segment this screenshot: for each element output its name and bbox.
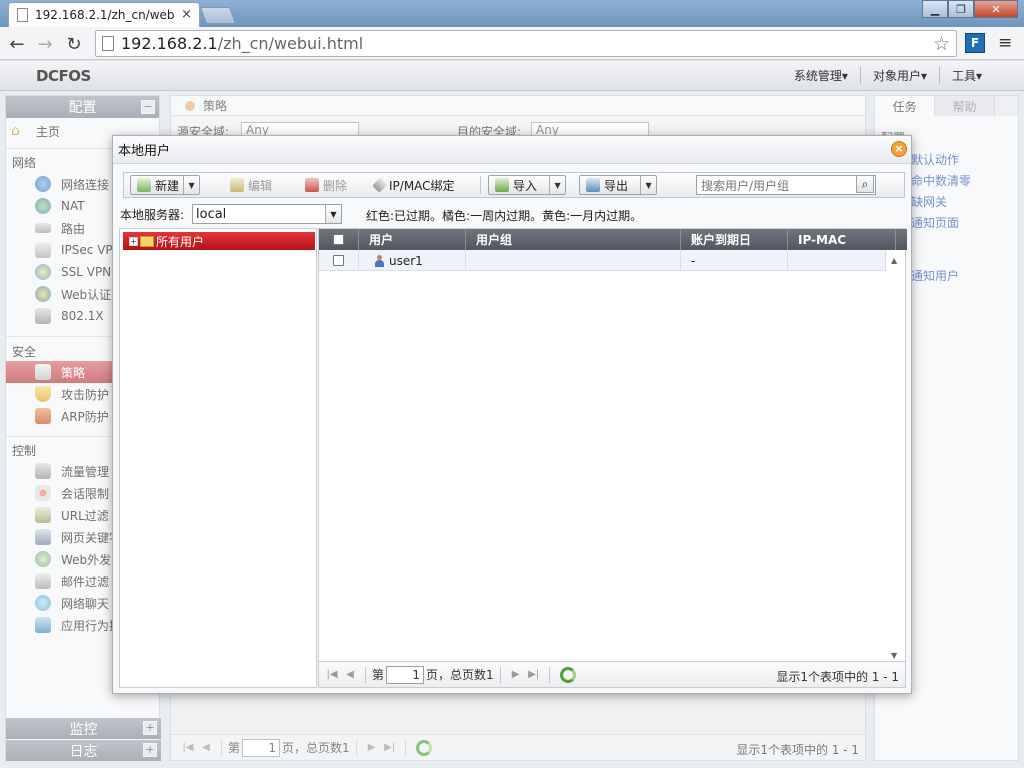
export-button[interactable]: 导出 ▼ (579, 175, 658, 195)
import-button[interactable]: 导入 ▼ (488, 175, 567, 195)
cell-group (466, 250, 681, 271)
table-header: 用户 用户组 账户到期日 IP-MAC (319, 229, 907, 250)
url-host: 192.168.2.1 (121, 34, 218, 53)
dialog-toolbar: 新建 ▼ 编辑 删除 IP/MAC绑定 导入 ▼ 导出 ▼ 搜索用户/用户组 ⌕ (123, 172, 905, 198)
menu-tools[interactable]: 工具▾ (938, 67, 994, 84)
delete-button[interactable]: 删除 (299, 175, 347, 195)
divider (548, 666, 550, 683)
search-input[interactable]: 搜索用户/用户组 (696, 175, 876, 195)
address-toolbar: ← → ↻ 192.168.2.1/zh_cn/webui.html ☆ F ≡ (0, 27, 1024, 60)
tree-node-label: 所有用户 (156, 234, 205, 249)
menu-object-user[interactable]: 对象用户▾ (859, 67, 939, 84)
close-icon[interactable]: × (891, 141, 907, 157)
row-select-cell (319, 250, 359, 271)
user-icon (375, 254, 384, 267)
select-all-cell (319, 229, 359, 250)
delete-button-label: 删除 (323, 178, 348, 193)
logo: DCFOS (36, 67, 91, 85)
page-icon (17, 8, 28, 22)
bookmark-star-icon[interactable]: ☆ (933, 33, 950, 55)
divider (499, 666, 501, 683)
server-select-value: local (196, 206, 227, 222)
tree-node-all-users[interactable]: + 所有用户 (123, 232, 315, 250)
trash-icon (305, 178, 319, 192)
row-checkbox[interactable] (333, 255, 344, 266)
search-icon[interactable]: ⌕ (856, 175, 874, 193)
table-row[interactable]: user1 - (319, 250, 886, 271)
select-all-checkbox[interactable] (333, 234, 344, 245)
dialog-title: 本地用户 (113, 136, 911, 164)
tab-close-icon[interactable]: × (181, 7, 192, 22)
next-page-icon[interactable]: ▶ (507, 669, 525, 680)
folder-icon (140, 235, 154, 247)
vertical-scrollbar[interactable]: ▲ ▼ (885, 250, 905, 664)
column-header-user[interactable]: 用户 (359, 229, 466, 250)
import-button-label: 导入 (513, 178, 538, 193)
scroll-down-icon[interactable]: ▼ (891, 651, 897, 660)
page-input[interactable]: 1 (386, 665, 425, 684)
tab-title: 192.168.2.1/zh_cn/webui (35, 8, 175, 22)
maximize-icon[interactable]: ❐ (948, 0, 974, 18)
window-controls: ▁ ❐ ✕ (922, 0, 1018, 18)
new-tab-button[interactable] (199, 7, 237, 24)
expand-icon[interactable]: + (129, 236, 138, 246)
new-button-label: 新建 (155, 178, 180, 193)
user-group-tree: + 所有用户 (119, 228, 317, 688)
page-icon (102, 36, 114, 51)
divider (480, 176, 481, 194)
page-suffix: 页，总页数1 (426, 668, 494, 682)
page-prefix: 第 (372, 668, 385, 682)
server-select[interactable]: local ▼ (192, 204, 342, 224)
refresh-icon[interactable] (559, 666, 576, 683)
cell-user: user1 (359, 250, 466, 271)
add-icon (137, 178, 151, 192)
prev-page-icon[interactable]: ◀ (341, 669, 359, 680)
export-button-label: 导出 (604, 178, 629, 193)
last-page-icon[interactable]: ▶| (525, 669, 543, 680)
chevron-down-icon[interactable]: ▼ (640, 176, 656, 194)
edit-button[interactable]: 编辑 (224, 175, 272, 195)
app-header: DCFOS 系统管理▾ 对象用户▾ 工具▾ (0, 61, 1024, 91)
forward-icon[interactable]: → (34, 33, 56, 55)
edit-icon (230, 178, 244, 192)
pager-info: 显示1个表项中的 1 - 1 (776, 670, 899, 684)
chevron-down-icon[interactable]: ▼ (325, 205, 341, 223)
user-table: 用户 用户组 账户到期日 IP-MAC user1 - ▲ ▼ |◀ ◀ 第 1… (318, 228, 907, 688)
browser-tab[interactable]: 192.168.2.1/zh_cn/webui × (8, 2, 200, 27)
reload-icon[interactable]: ↻ (63, 33, 85, 55)
column-header-group[interactable]: 用户组 (466, 229, 681, 250)
browser-titlebar: 192.168.2.1/zh_cn/webui × ▁ ❐ ✕ (0, 0, 1024, 27)
expiry-legend: 红色:已过期。橘色:一周内过期。黄色:一月内过期。 (366, 209, 643, 223)
tag-icon (372, 177, 388, 193)
ip-mac-bind-label: IP/MAC绑定 (389, 178, 455, 193)
menu-system-management[interactable]: 系统管理▾ (782, 67, 860, 84)
minimize-icon[interactable]: ▁ (922, 0, 948, 18)
url-path: /zh_cn/webui.html (217, 34, 364, 53)
extension-icon[interactable]: F (965, 33, 985, 53)
url-text: 192.168.2.1/zh_cn/webui.html (121, 34, 363, 53)
back-icon[interactable]: ← (6, 33, 28, 55)
chevron-down-icon[interactable]: ▼ (183, 176, 199, 194)
new-button[interactable]: 新建 ▼ (130, 175, 201, 195)
scroll-up-icon[interactable]: ▲ (891, 256, 897, 265)
wrench-menu-icon[interactable]: ≡ (998, 33, 1012, 53)
local-user-dialog: 本地用户 × 新建 ▼ 编辑 删除 IP/MAC绑定 导入 ▼ 导出 ▼ 搜索用… (112, 135, 912, 694)
cell-user-name: user1 (389, 253, 423, 268)
url-bar[interactable]: 192.168.2.1/zh_cn/webui.html ☆ (95, 30, 957, 57)
edit-button-label: 编辑 (248, 178, 273, 193)
column-header-ip-mac[interactable]: IP-MAC (788, 229, 896, 250)
table-pager: |◀ ◀ 第 1 页，总页数1 ▶ ▶| 显示1个表项中的 1 - 1 (319, 661, 905, 687)
divider (365, 666, 366, 683)
server-label: 本地服务器: (120, 207, 185, 222)
cell-ip-mac (788, 250, 886, 271)
first-page-icon[interactable]: |◀ (323, 669, 341, 680)
window-close-icon[interactable]: ✕ (974, 0, 1018, 18)
chevron-down-icon[interactable]: ▼ (549, 176, 565, 194)
import-icon (495, 178, 509, 192)
cell-expiry: - (681, 250, 788, 271)
column-header-expiry[interactable]: 账户到期日 (681, 229, 788, 250)
top-menu: 系统管理▾ 对象用户▾ 工具▾ (782, 67, 994, 84)
export-icon (586, 178, 600, 192)
ip-mac-bind-button[interactable]: IP/MAC绑定 (369, 175, 455, 195)
